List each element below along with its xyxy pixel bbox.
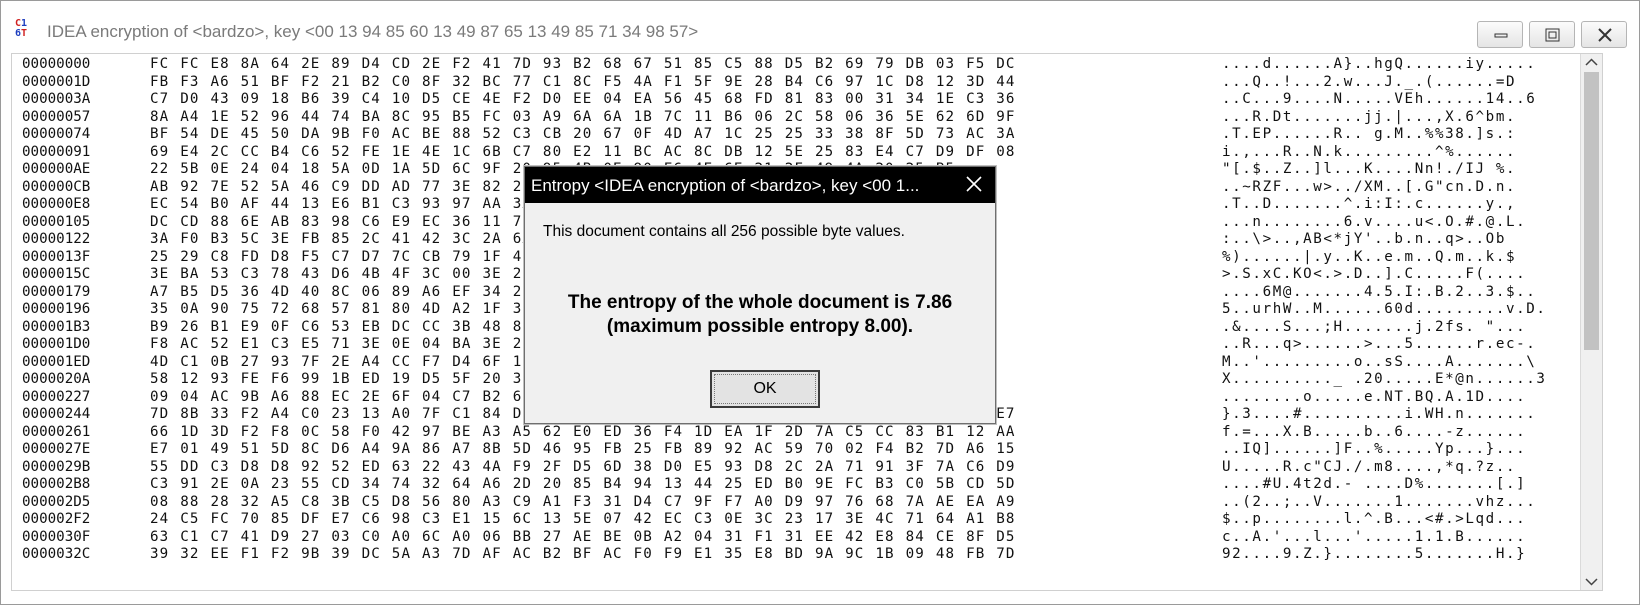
hex-editor-app-icon[interactable]: C1 6T <box>15 19 39 41</box>
hex-row-bytes: 66 1D 3D F2 F8 0C 58 F0 42 97 BE A3 A5 6… <box>150 423 1016 440</box>
hex-row-bytes: 39 32 EE F1 F2 9B 39 DC 5A A3 7D AF AC B… <box>150 546 1016 562</box>
hex-row-bytes: C3 91 2E 0A 23 55 CD 34 74 32 64 A6 2D 2… <box>150 476 1016 492</box>
entropy-result: The entropy of the whole document is 7.8… <box>525 291 995 339</box>
hex-row-offset: 0000020A <box>22 371 91 387</box>
hex-row-offset: 00000244 <box>22 406 91 422</box>
hex-row-ascii: M..'.........o..sS....A.......\ <box>1222 353 1537 370</box>
hex-row-ascii: ........o.....e.NT.BQ.A.1D.... <box>1222 388 1527 405</box>
hex-row-offset: 00000122 <box>22 231 91 247</box>
hex-row-offset: 0000001D <box>22 73 91 90</box>
window-titlebar[interactable]: C1 6T IDEA encryption of <bardzo>, key <… <box>1 1 1639 48</box>
entropy-line-1: The entropy of the whole document is 7.8… <box>567 292 953 313</box>
hex-row-bytes: 69 E4 2C CC B4 C6 52 FE 1E 4E 1C 6B C7 8… <box>150 143 1016 160</box>
dialog-titlebar[interactable]: Entropy <IDEA encryption of <bardzo>, ke… <box>525 167 995 203</box>
hex-row-offset: 0000030F <box>22 528 91 545</box>
hex-row-ascii: X.........._ .20.....E*@n......3 <box>1222 371 1547 387</box>
hex-row-offset: 000001B3 <box>22 318 91 335</box>
hex-row-bytes: C7 D0 43 09 18 B6 39 C4 10 D5 CE 4E F2 D… <box>150 91 1016 107</box>
minimize-button[interactable] <box>1477 21 1523 48</box>
vertical-scrollbar[interactable] <box>1580 54 1602 590</box>
hex-row-bytes: 8A A4 1E 52 96 44 74 BA 8C 95 B5 FC 03 A… <box>150 108 1016 125</box>
hex-row-offset: 000001ED <box>22 353 91 370</box>
hex-row-bytes: BF 54 DE 45 50 DA 9B F0 AC BE 88 52 C3 C… <box>150 126 1016 142</box>
hex-row-ascii: i.,...R..N.k.........^%...... <box>1222 143 1517 160</box>
hex-row-ascii: ...R.Dt.......jj.|...,X.6^bm. <box>1222 108 1517 125</box>
hex-row-offset: 0000003A <box>22 91 91 107</box>
hex-row-ascii: ....#U.4t2d.- ....D%.......[.] <box>1222 476 1527 492</box>
hex-row-ascii: "[.$..Z..]l...K....Nn!./IJ %. <box>1222 161 1517 177</box>
hex-row-offset: 000000AE <box>22 161 91 177</box>
hex-row-offset: 00000227 <box>22 388 91 405</box>
ok-button[interactable]: OK <box>710 370 820 408</box>
hex-row-ascii: .T.EP......R.. g.M..%%38.]s.: <box>1222 126 1517 142</box>
chevron-up-icon <box>1585 58 1598 66</box>
hex-row-ascii: ...n........6.v....u<.O.#.@.L. <box>1222 213 1527 230</box>
hex-row-ascii: ...Q..!...2.w...J._.(......=D <box>1222 73 1517 90</box>
hex-row-ascii: ..(2..;..V.......1.......vhz... <box>1222 493 1537 510</box>
hex-row-bytes: FB F3 A6 51 BF F2 21 B2 C0 8F 32 BC 77 C… <box>150 73 1016 90</box>
close-icon <box>966 176 982 192</box>
hex-row-ascii: ..R...q>......>...5......r.ec-. <box>1222 336 1537 352</box>
hex-row-offset: 000000CB <box>22 178 91 195</box>
hex-row-offset: 00000000 <box>22 56 91 72</box>
maximize-icon <box>1545 28 1560 42</box>
chevron-down-icon <box>1585 578 1598 586</box>
hex-row-bytes: E7 01 49 51 5D 8C D6 A4 9A 86 A7 8B 5D 4… <box>150 441 1016 457</box>
hex-row-offset: 00000091 <box>22 143 91 160</box>
scrollbar-thumb[interactable] <box>1584 72 1599 350</box>
hex-row-offset: 00000057 <box>22 108 91 125</box>
window-title: IDEA encryption of <bardzo>, key <00 13 … <box>47 22 699 41</box>
hex-row-ascii: $..p........l.^.B...<#.>Lqd... <box>1222 511 1527 527</box>
hex-row-offset: 0000032C <box>22 546 91 562</box>
hex-row-offset: 000001D0 <box>22 336 91 352</box>
hex-row-ascii: ..IQ]......]F..%.....Yp...}... <box>1222 441 1527 457</box>
hex-row-offset: 000002D5 <box>22 493 91 510</box>
hex-row-ascii: ....d......A}..hgQ......iy..... <box>1222 56 1537 72</box>
hex-row-offset: 0000027E <box>22 441 91 457</box>
hex-row-ascii: .T..D.......^.i:I:.c......y., <box>1222 196 1517 212</box>
focus-ring <box>714 374 816 404</box>
hex-row-bytes: 08 88 28 32 A5 C8 3B C5 D8 56 80 A3 C9 A… <box>150 493 1016 510</box>
hex-row-ascii: ....6M@.......4.5.I:.B.2..3.$.. <box>1222 283 1537 300</box>
entropy-dialog: Entropy <IDEA encryption of <bardzo>, ke… <box>524 166 996 424</box>
hex-row-ascii: 92....9.Z.}........5.......H.} <box>1222 546 1527 562</box>
dialog-title: Entropy <IDEA encryption of <bardzo>, ke… <box>531 176 920 195</box>
hex-row-ascii: ..C...9....N.....VEh......14..6 <box>1222 91 1537 107</box>
hex-row-bytes: 24 C5 FC 70 85 DF E7 C6 98 C3 E1 15 6C 1… <box>150 511 1016 527</box>
minimize-icon <box>1494 33 1508 38</box>
hex-row-offset: 00000179 <box>22 283 91 300</box>
hex-row-ascii: >.S.xC.KO<.>.D..].C.....F(.... <box>1222 266 1527 282</box>
hex-row-offset: 00000105 <box>22 213 91 230</box>
close-button[interactable] <box>1581 21 1627 48</box>
hex-row-bytes: 63 C1 C7 41 D9 27 03 C0 A0 6C A0 06 BB 2… <box>150 528 1016 545</box>
dialog-message: This document contains all 256 possible … <box>543 223 905 240</box>
close-icon <box>1598 28 1612 42</box>
hex-row-ascii: U.....R.c"CJ./.m8....,*q.?z.. <box>1222 458 1517 475</box>
hex-row-ascii: }.3....#..........i.WH.n....... <box>1222 406 1537 422</box>
hex-row-ascii: ..~RZF...w>../XM..[.G"cn.D.n. <box>1222 178 1517 195</box>
hex-row-bytes: FC FC E8 8A 64 2E 89 D4 CD 2E F2 41 7D 9… <box>150 56 1016 72</box>
hex-row-offset: 00000261 <box>22 423 91 440</box>
hex-row-ascii: f.=...X.B.....b..6....-z...... <box>1222 423 1527 440</box>
scroll-up-button[interactable] <box>1581 54 1602 71</box>
hex-row-ascii: c..A.'...l...'.....1.1.B...... <box>1222 528 1527 545</box>
hex-row-offset: 0000013F <box>22 248 91 265</box>
hex-row-offset: 0000015C <box>22 266 91 282</box>
hex-row-bytes: 55 DD C3 D8 D8 92 52 ED 63 22 43 4A F9 2… <box>150 458 1016 475</box>
hex-row-offset: 000000E8 <box>22 196 91 212</box>
maximize-button[interactable] <box>1529 21 1575 48</box>
entropy-line-2: (maximum possible entropy 8.00). <box>606 316 914 337</box>
hex-row-ascii: 5..urhW..M......60d.........v.D. <box>1222 301 1547 317</box>
scroll-down-button[interactable] <box>1581 573 1602 590</box>
hex-row-offset: 000002B8 <box>22 476 91 492</box>
dialog-close-button[interactable] <box>957 169 991 201</box>
hex-row-offset: 000002F2 <box>22 511 91 527</box>
hex-row-ascii: %)......|.y..K..e.m..Q.m..k.$ <box>1222 248 1517 265</box>
hex-row-offset: 00000074 <box>22 126 91 142</box>
hex-row-ascii: .&....S...;H.......j.2fs. "... <box>1222 318 1527 335</box>
hex-row-ascii: :..\>..,AB<*jY'..b.n..q>..Ob <box>1222 231 1506 247</box>
hex-row-offset: 00000196 <box>22 301 91 317</box>
hex-row-offset: 0000029B <box>22 458 91 475</box>
